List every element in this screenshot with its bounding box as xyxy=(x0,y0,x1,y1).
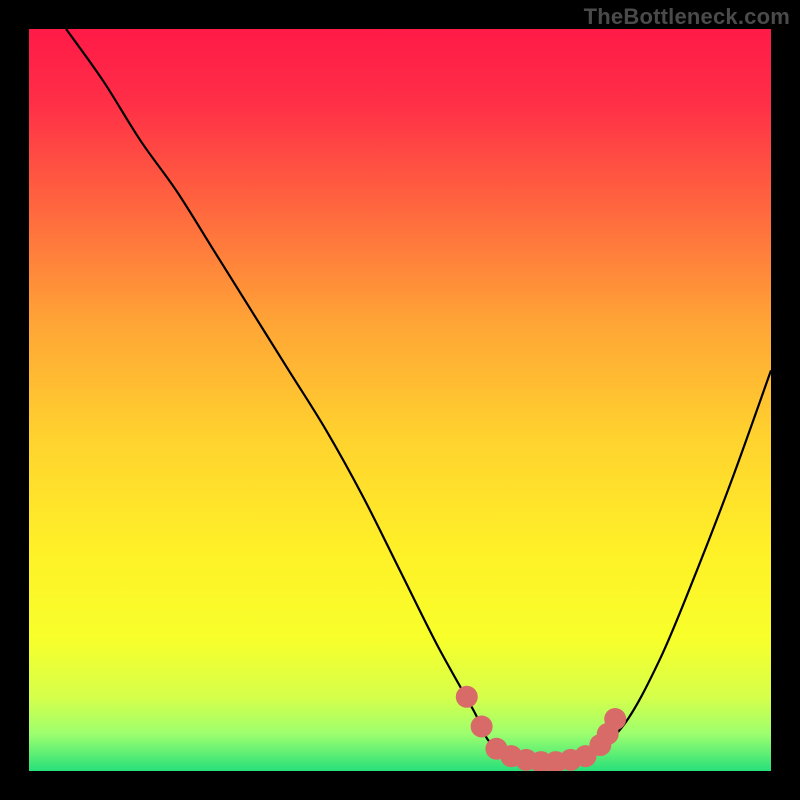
optimal-marker xyxy=(471,715,493,737)
plot-area xyxy=(29,29,771,771)
chart-frame: TheBottleneck.com xyxy=(0,0,800,800)
optimal-marker xyxy=(456,686,478,708)
optimal-marker xyxy=(604,708,626,730)
watermark-text: TheBottleneck.com xyxy=(584,4,790,30)
chart-svg xyxy=(29,29,771,771)
